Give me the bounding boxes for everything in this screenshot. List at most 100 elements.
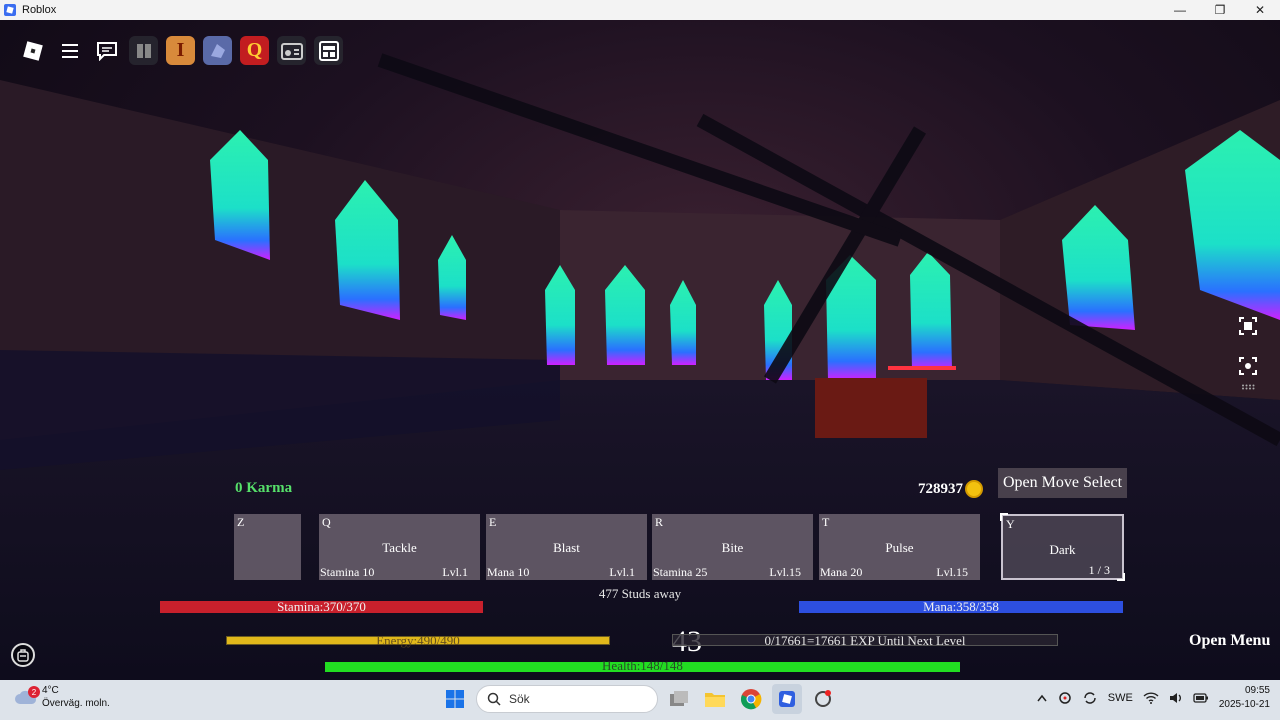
move-slot-tackle[interactable]: Q Tackle Stamina 10 Lvl.1 <box>319 514 480 580</box>
slot-move-name: Pulse <box>885 540 914 555</box>
slot-cost: Mana 10 <box>487 565 530 579</box>
slot-level: Lvl.15 <box>769 565 801 579</box>
quest-button[interactable]: Q <box>240 36 269 65</box>
open-move-select-button[interactable]: Open Move Select <box>998 468 1127 498</box>
creature-icon <box>210 43 225 58</box>
layout-icon <box>318 40 339 61</box>
move-slot-blast[interactable]: E Blast Mana 10 Lvl.1 <box>486 514 647 580</box>
roblox-app-icon <box>4 4 16 16</box>
info-i-icon: I <box>176 39 185 61</box>
chrome-icon <box>741 689 762 710</box>
battery-icon[interactable] <box>1193 693 1209 703</box>
cloud-icon: 2 <box>14 686 40 706</box>
start-button[interactable] <box>440 684 470 714</box>
capture-frame-icon <box>1239 317 1257 335</box>
slot-cost: Stamina 25 <box>653 565 708 579</box>
element-slot-dark[interactable]: Y Dark 1 / 3 <box>1000 513 1125 581</box>
weather-widget[interactable]: 2 4°C Överväg. moln. <box>14 684 110 710</box>
volume-icon[interactable] <box>1169 692 1183 704</box>
taskbar-clock[interactable]: 09:55 2025-10-21 <box>1219 684 1270 712</box>
slot-level: Lvl.1 <box>609 565 635 579</box>
stamina-bar: Stamina:370/370 <box>160 599 483 614</box>
window-title: Roblox <box>22 4 57 16</box>
maximize-button[interactable]: ❐ <box>1200 0 1240 20</box>
music-button[interactable] <box>129 36 158 65</box>
quest-q-icon: Q <box>246 39 263 61</box>
mana-bar: Mana:358/358 <box>799 599 1123 614</box>
search-icon <box>487 692 501 706</box>
windows-logo-icon <box>446 690 464 708</box>
search-placeholder: Sök <box>509 692 530 706</box>
karma-display: 0 Karma <box>235 480 293 496</box>
slot-key: Y <box>1006 517 1015 531</box>
roblox-toolbar: I Q <box>18 36 343 65</box>
inventory-button[interactable] <box>314 36 343 65</box>
slot-cost: Stamina 10 <box>320 565 375 579</box>
stamina-label: Stamina:370/370 <box>277 599 366 614</box>
chevron-up-icon[interactable] <box>1036 693 1048 703</box>
roblox-menu-button[interactable] <box>18 36 47 65</box>
hamburger-menu-button[interactable] <box>55 36 84 65</box>
slot-key: Z <box>237 515 245 529</box>
roblox-taskbar-button[interactable] <box>772 684 802 714</box>
radio-icon <box>280 42 303 60</box>
language-indicator[interactable]: SWE <box>1108 692 1133 704</box>
slot-key: R <box>655 515 664 529</box>
clock-time: 09:55 <box>1244 685 1270 696</box>
health-label: Health:148/148 <box>602 658 683 673</box>
temperature: 4°C <box>42 685 59 696</box>
task-view-button[interactable] <box>664 684 694 714</box>
slot-key: E <box>489 515 497 529</box>
move-slot-bite[interactable]: R Bite Stamina 25 Lvl.15 <box>652 514 813 580</box>
slot-page: 1 / 3 <box>1088 563 1110 577</box>
coin-icon <box>965 480 983 498</box>
minimize-button[interactable]: — <box>1160 0 1200 20</box>
open-menu-button[interactable]: Open Menu <box>1189 632 1270 650</box>
wifi-icon[interactable] <box>1143 692 1159 704</box>
camera-icon <box>1239 357 1257 375</box>
folder-icon <box>705 693 725 707</box>
slot-level: Lvl.1 <box>442 565 468 579</box>
gear-badge-icon <box>815 690 831 707</box>
slot-element-name: Dark <box>1049 542 1076 557</box>
hamburger-icon <box>61 43 78 58</box>
sync-icon[interactable] <box>1058 691 1072 705</box>
app-taskbar-button[interactable] <box>808 684 838 714</box>
system-tray: SWE 09:55 2025-10-21 <box>1036 684 1270 712</box>
info-button[interactable]: I <box>166 36 195 65</box>
weather-description: Överväg. moln. <box>42 698 110 709</box>
taskbar-search[interactable]: Sök <box>476 685 658 713</box>
game-viewport[interactable]: I Q 0 Karma 728937 Open Move Select Z Q … <box>0 20 1280 680</box>
clock-date: 2025-10-21 <box>1218 699 1270 710</box>
backpack-button[interactable] <box>11 643 35 667</box>
slot-move-name: Blast <box>553 540 580 555</box>
refresh-icon[interactable] <box>1082 691 1098 705</box>
mana-label: Mana:358/358 <box>923 599 999 614</box>
radio-button[interactable] <box>277 36 306 65</box>
roblox-logo-icon <box>779 691 795 707</box>
distance-readout: 477 Studs away <box>598 586 682 601</box>
slot-move-name: Bite <box>721 540 744 555</box>
task-view-icon <box>670 691 688 706</box>
move-slot-z[interactable]: Z <box>234 514 301 580</box>
camera-button[interactable] <box>1236 354 1260 378</box>
drag-handle[interactable] <box>1236 380 1260 394</box>
energy-label: Energy:490/490 <box>376 633 460 648</box>
backpack-icon <box>17 649 29 662</box>
chat-icon <box>96 41 117 61</box>
move-slot-pulse[interactable]: T Pulse Mana 20 Lvl.15 <box>819 514 980 580</box>
chat-button[interactable] <box>92 36 121 65</box>
close-button[interactable]: ✕ <box>1240 0 1280 20</box>
character-button[interactable] <box>203 36 232 65</box>
weather-badge: 2 <box>28 686 40 698</box>
energy-bar: Energy:490/490 <box>226 633 610 648</box>
screenshot-button[interactable] <box>1236 314 1260 338</box>
slot-level: Lvl.15 <box>936 565 968 579</box>
roblox-logo-icon <box>22 40 43 61</box>
chrome-button[interactable] <box>736 684 766 714</box>
taskbar-apps: Sök <box>440 684 838 714</box>
music-icon <box>136 43 151 58</box>
cathedral-scene <box>0 53 1280 680</box>
exp-bar: 0/17661=17661 EXP Until Next Level <box>672 633 1058 648</box>
file-explorer-button[interactable] <box>700 684 730 714</box>
